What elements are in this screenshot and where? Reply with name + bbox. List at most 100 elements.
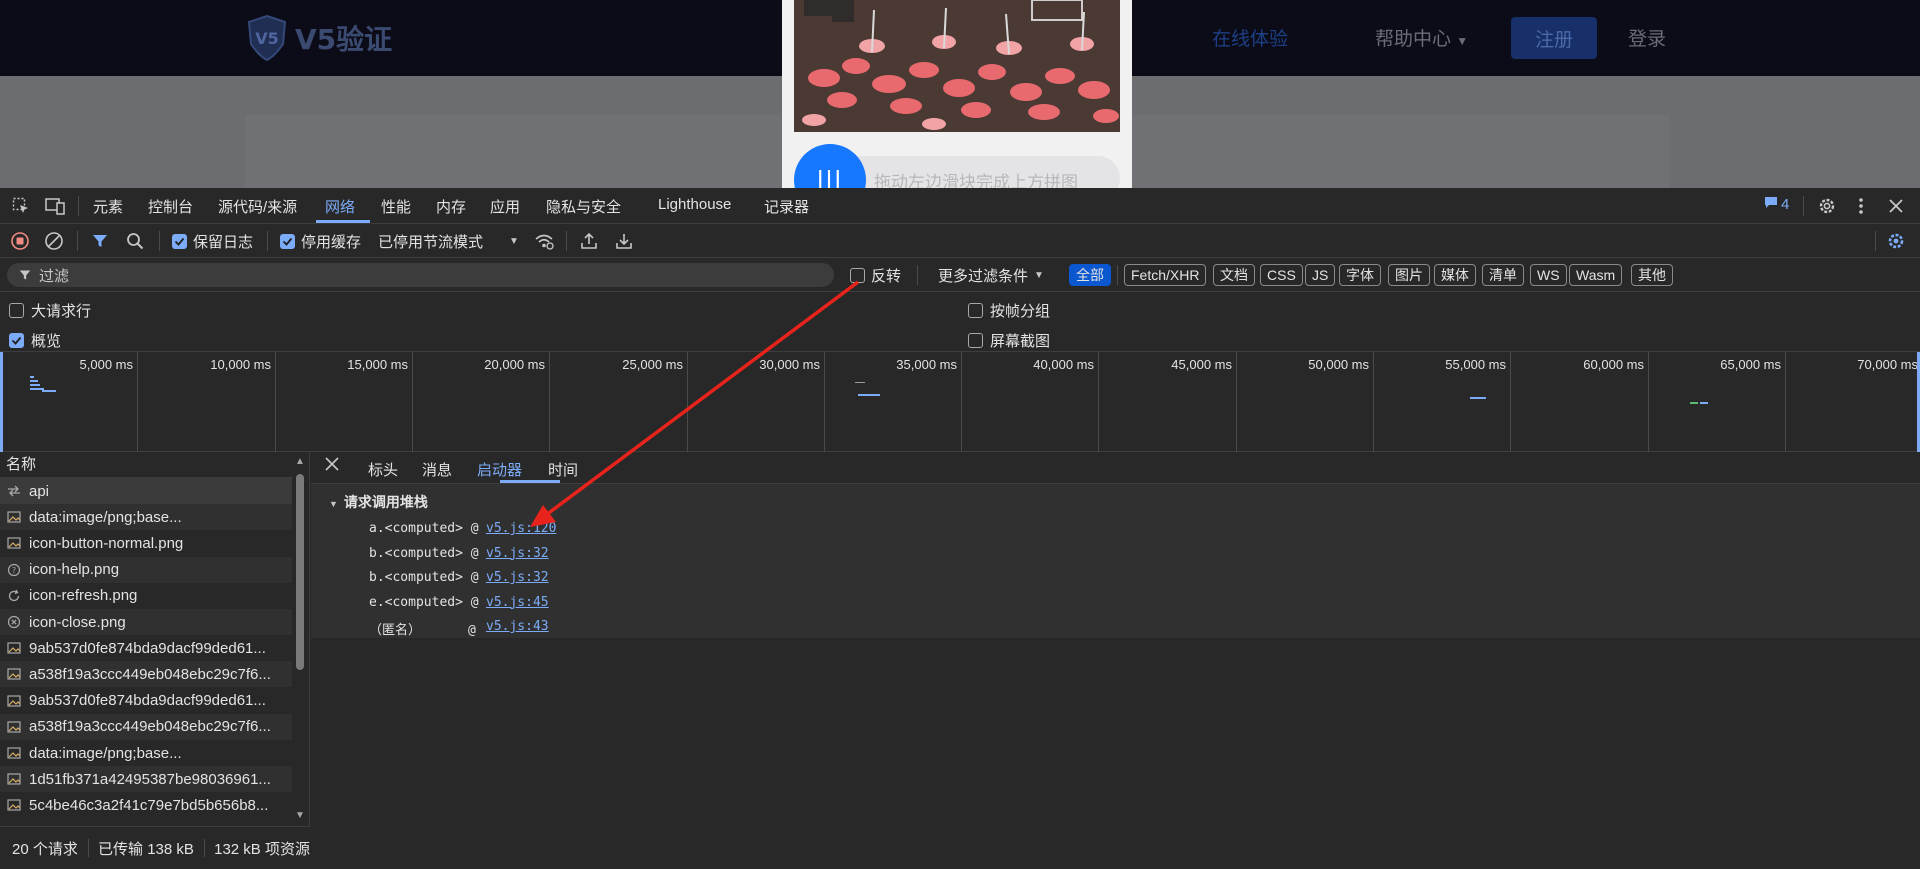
tab-sources[interactable]: 源代码/来源 bbox=[218, 196, 297, 217]
request-row[interactable]: api bbox=[0, 478, 292, 504]
throttling-value: 已停用节流模式 bbox=[378, 233, 484, 251]
preserve-log-checkbox[interactable]: 保留日志 bbox=[172, 230, 253, 252]
image-icon bbox=[6, 797, 22, 813]
captcha-slider-knob[interactable]: ||| bbox=[794, 144, 866, 188]
tab-performance[interactable]: 性能 bbox=[381, 196, 411, 217]
close-devtools-icon[interactable] bbox=[1885, 195, 1907, 217]
tab-initiator[interactable]: 启动器 bbox=[477, 459, 522, 480]
nav-trial-link[interactable]: 在线体验 bbox=[1212, 24, 1288, 51]
request-row[interactable]: a538f19a3ccc449eb048ebc29c7f6... bbox=[0, 661, 292, 688]
overview-tick-label: 30,000 ms bbox=[759, 357, 820, 372]
clear-icon[interactable] bbox=[44, 230, 64, 252]
tab-headers[interactable]: 标头 bbox=[368, 459, 398, 480]
large-rows-checkbox[interactable]: 大请求行 bbox=[9, 300, 91, 321]
network-settings-icon[interactable] bbox=[1886, 230, 1906, 252]
stack-frame-source-link[interactable]: v5.js:32 bbox=[486, 570, 549, 585]
image-icon bbox=[6, 693, 22, 709]
site-logo[interactable]: V5 V5验证 bbox=[245, 14, 392, 62]
scroll-thumb[interactable] bbox=[296, 474, 304, 670]
large-rows-label: 大请求行 bbox=[31, 303, 92, 320]
captcha-popup: 拖动左边滑块完成上方拼图 ||| bbox=[782, 0, 1132, 188]
overview-grid-line bbox=[687, 352, 688, 452]
more-filters-dropdown[interactable]: 更多过滤条件 ▼ bbox=[938, 264, 1044, 286]
options-row: 大请求行 概览 按帧分组 屏幕截图 bbox=[0, 292, 1920, 352]
type-filter-css[interactable]: CSS bbox=[1260, 264, 1303, 286]
overview-checkbox[interactable]: 概览 bbox=[9, 330, 61, 351]
tab-elements[interactable]: 元素 bbox=[93, 196, 123, 217]
disable-cache-checkbox[interactable]: 停用缓存 bbox=[280, 230, 361, 252]
tab-messages[interactable]: 消息 bbox=[422, 459, 452, 480]
overview-tick-label: 20,000 ms bbox=[484, 357, 545, 372]
request-row[interactable]: data:image/png;base... bbox=[0, 504, 292, 531]
overview-tick-label: 60,000 ms bbox=[1583, 357, 1644, 372]
group-by-frame-checkbox[interactable]: 按帧分组 bbox=[968, 300, 1050, 321]
request-row[interactable]: ? icon-help.png bbox=[0, 556, 292, 583]
stack-frame-source-link[interactable]: v5.js:45 bbox=[486, 595, 549, 610]
type-filter-doc[interactable]: 文档 bbox=[1213, 264, 1255, 286]
close-detail-icon[interactable] bbox=[325, 457, 339, 475]
overview-left-handle[interactable] bbox=[0, 352, 3, 452]
stack-frame-source-link[interactable]: v5.js:32 bbox=[486, 546, 549, 561]
tab-privacy-security[interactable]: 隐私与安全 bbox=[546, 196, 621, 217]
overview-grid-line bbox=[1510, 352, 1511, 452]
request-row[interactable]: 9ab537d0fe874bda9dacf99ded61... bbox=[0, 688, 292, 714]
search-icon[interactable] bbox=[126, 230, 144, 252]
type-filter-js[interactable]: JS bbox=[1305, 264, 1336, 286]
request-list-scrollbar[interactable]: ▲ ▼ bbox=[294, 456, 306, 826]
tab-network[interactable]: 网络 bbox=[325, 196, 355, 217]
inspect-element-icon[interactable] bbox=[10, 195, 32, 217]
type-filter-wasm[interactable]: Wasm bbox=[1569, 264, 1623, 286]
screenshots-checkbox[interactable]: 屏幕截图 bbox=[968, 330, 1050, 351]
more-vertical-icon[interactable] bbox=[1850, 195, 1872, 217]
device-toolbar-icon[interactable] bbox=[44, 195, 66, 217]
request-row[interactable]: data:image/png;base... bbox=[0, 740, 292, 766]
type-filter-ws[interactable]: WS bbox=[1530, 264, 1567, 286]
filter-icon[interactable] bbox=[92, 230, 108, 252]
register-button[interactable]: 注册 bbox=[1511, 17, 1597, 59]
export-har-icon[interactable] bbox=[615, 230, 633, 252]
separator bbox=[1875, 231, 1876, 251]
request-row[interactable]: 1d51fb371a42495387be98036961... bbox=[0, 766, 292, 793]
stack-frame-source-link[interactable]: v5.js:120 bbox=[486, 521, 556, 536]
request-row[interactable]: 5c4be46c3a2f41c79e7bd5b656b8... bbox=[0, 792, 292, 818]
type-filter-manifest[interactable]: 清单 bbox=[1482, 264, 1524, 286]
request-row[interactable]: 9ab537d0fe874bda9dacf99ded61... bbox=[0, 635, 292, 661]
issues-badge[interactable]: 4 bbox=[1764, 196, 1789, 213]
type-filter-media[interactable]: 媒体 bbox=[1434, 264, 1476, 286]
scroll-up-icon[interactable]: ▲ bbox=[295, 456, 305, 467]
tab-lighthouse[interactable]: Lighthouse bbox=[658, 196, 731, 213]
filter-input[interactable]: 过滤 bbox=[7, 263, 834, 287]
help-icon: ? bbox=[6, 562, 22, 578]
import-har-icon[interactable] bbox=[580, 230, 598, 252]
request-row[interactable]: icon-close.png bbox=[0, 609, 292, 635]
scroll-down-icon[interactable]: ▼ bbox=[295, 810, 305, 821]
tab-memory[interactable]: 内存 bbox=[436, 196, 466, 217]
name-column-header[interactable]: 名称 bbox=[0, 452, 293, 478]
network-conditions-icon[interactable] bbox=[534, 230, 554, 252]
stack-frame-source-link[interactable]: v5.js:43 bbox=[486, 619, 549, 634]
request-name: icon-refresh.png bbox=[29, 587, 138, 605]
tab-application[interactable]: 应用 bbox=[490, 196, 520, 217]
nav-help-menu[interactable]: 帮助中心 ▼ bbox=[1375, 24, 1468, 51]
request-call-stack: ▼ 请求调用堆栈 a.<computed> @ v5.js:120 b.<comput… bbox=[311, 484, 1920, 638]
request-row[interactable]: icon-refresh.png bbox=[0, 583, 292, 609]
tab-console[interactable]: 控制台 bbox=[148, 196, 193, 217]
stack-frame-function: b.<computed> @ bbox=[369, 545, 479, 561]
type-filter-img[interactable]: 图片 bbox=[1388, 264, 1430, 286]
request-row[interactable]: icon-button-normal.png bbox=[0, 530, 292, 556]
type-filter-font[interactable]: 字体 bbox=[1339, 264, 1381, 286]
throttling-select[interactable]: 已停用节流模式 ▼ bbox=[378, 230, 519, 252]
tab-timing[interactable]: 时间 bbox=[548, 459, 578, 480]
call-stack-title[interactable]: ▼ 请求调用堆栈 bbox=[329, 492, 428, 512]
tab-recorder[interactable]: 记录器 bbox=[764, 196, 809, 217]
type-filter-fetch-xhr[interactable]: Fetch/XHR bbox=[1124, 264, 1207, 286]
request-row[interactable]: a538f19a3ccc449eb048ebc29c7f6... bbox=[0, 713, 292, 740]
type-filter-all[interactable]: 全部 bbox=[1069, 264, 1111, 286]
record-stop-icon[interactable] bbox=[10, 230, 30, 252]
separator bbox=[78, 196, 79, 216]
login-link[interactable]: 登录 bbox=[1628, 24, 1666, 51]
type-filter-other[interactable]: 其他 bbox=[1631, 264, 1673, 286]
gear-icon[interactable] bbox=[1816, 195, 1838, 217]
invert-checkbox[interactable]: 反转 bbox=[850, 264, 901, 286]
overview-timeline[interactable]: 5,000 ms 10,000 ms 15,000 ms 20,000 ms 25,00… bbox=[0, 352, 1920, 452]
